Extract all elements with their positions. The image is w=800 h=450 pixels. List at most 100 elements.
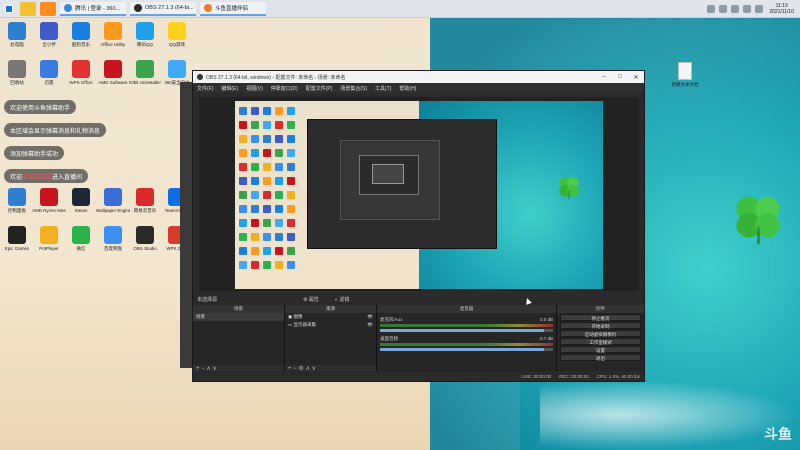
preview-icon xyxy=(275,233,283,241)
preview-icon xyxy=(287,163,295,171)
audio-meter xyxy=(380,343,553,346)
desktop-icon[interactable]: 微信 xyxy=(66,226,96,252)
desktop-icon-label: 网易云音乐 xyxy=(133,208,157,213)
preview-icon xyxy=(251,149,259,157)
obs-menu-item[interactable]: 帮助(H) xyxy=(399,85,416,92)
preview-icon xyxy=(239,233,247,241)
obs-menu-item[interactable]: 停靠窗口(D) xyxy=(271,85,298,92)
desktop-icon[interactable]: IObit Uninstaller xyxy=(129,60,161,85)
desktop-icon[interactable]: 腾讯QQ xyxy=(130,22,160,48)
desktop-icon[interactable]: 迅雷 xyxy=(34,60,64,86)
source-item[interactable]: ▭ 显示器采集 👁 xyxy=(285,321,376,329)
visibility-icon[interactable]: 👁 xyxy=(367,321,373,329)
desktop-icon[interactable]: PotPlayer xyxy=(34,226,64,251)
app-taskbar-icon[interactable] xyxy=(40,1,56,16)
mixer-dock: 混音器 麦克风/Aux 0.0 dB 桌面音频 -3.7 dB xyxy=(377,305,557,373)
visibility-icon[interactable]: 👁 xyxy=(367,313,373,321)
desktop-icon[interactable]: 此电脑 xyxy=(2,22,32,48)
obs-menu-item[interactable]: 工具(T) xyxy=(375,85,391,92)
preview-icon xyxy=(251,177,259,185)
preview-icon xyxy=(239,121,247,129)
desktop-icon[interactable]: AMD Software xyxy=(98,60,128,85)
desktop-icon[interactable]: Epic Games xyxy=(2,226,32,251)
taskbar-tab-browser[interactable]: 腾讯 | 登录 - 360... xyxy=(60,1,126,16)
input-method-icon[interactable] xyxy=(755,4,764,13)
desktop-icon[interactable]: 控制面板 xyxy=(2,188,32,214)
desktop-icon[interactable]: 全小伴 xyxy=(34,22,64,48)
obs-logo-icon xyxy=(197,74,203,80)
desktop-icon[interactable]: Steam xyxy=(66,188,96,213)
obs-menu-item[interactable]: 编辑(E) xyxy=(221,85,238,92)
obs-menu-item[interactable]: 场景集合(S) xyxy=(340,85,367,92)
desktop-icon[interactable]: 百度网盘 xyxy=(98,226,128,252)
preview-icon xyxy=(251,135,259,143)
desktop-icon[interactable]: 回收站 xyxy=(2,60,32,86)
no-source-label: 未选择源 xyxy=(197,296,218,303)
obs-menu-item[interactable]: 文件(F) xyxy=(197,85,213,92)
volume-slider[interactable] xyxy=(380,348,553,351)
desktop-icon[interactable]: WPS Office xyxy=(66,60,96,85)
mixer-channel: 桌面音频 -3.7 dB xyxy=(380,336,553,351)
scene-item[interactable]: 场景 xyxy=(193,313,284,321)
windows-icon xyxy=(5,4,13,13)
file-explorer-icon[interactable] xyxy=(20,1,36,16)
desktop-file-text[interactable]: 新建文本文档 xyxy=(668,62,702,88)
filters-button[interactable]: ◐ 滤镜 xyxy=(335,296,357,303)
system-tray: 11:19 2021/11/10 xyxy=(705,3,800,15)
douyu-icon xyxy=(204,3,212,12)
source-item-label: 图像 xyxy=(293,314,303,319)
volume-slider-fill xyxy=(380,329,545,332)
tray-icon[interactable] xyxy=(707,4,716,13)
app-icon xyxy=(136,226,154,244)
desktop-icon[interactable]: QQ游戏 xyxy=(162,22,192,48)
network-icon[interactable] xyxy=(731,4,740,13)
control-button[interactable]: 设置 xyxy=(560,346,641,353)
start-button[interactable] xyxy=(0,0,18,18)
preview-icon xyxy=(239,107,247,115)
properties-button[interactable]: ⚙ 属性 xyxy=(303,296,327,303)
preview-icon xyxy=(239,205,247,213)
desktop-icon-label: Steam xyxy=(74,208,88,213)
maximize-icon[interactable]: □ xyxy=(612,74,628,81)
chat-username: 某某某某某 xyxy=(22,174,53,181)
volume-icon[interactable] xyxy=(743,4,752,13)
control-button[interactable]: 开始录制 xyxy=(560,322,641,329)
control-button[interactable]: 工作室模式 xyxy=(560,338,641,345)
minimize-icon[interactable]: – xyxy=(596,74,612,81)
volume-slider[interactable] xyxy=(380,329,553,332)
source-item[interactable]: ▣ 图像 👁 xyxy=(285,313,376,321)
desktop-icon[interactable]: Wallpaper Engine xyxy=(96,188,130,213)
preview-icon xyxy=(287,247,295,255)
control-button[interactable]: 停止推流 xyxy=(560,314,641,321)
preview-icon xyxy=(287,149,295,157)
desktop-icon[interactable]: 酷狗音乐 xyxy=(66,22,96,48)
sources-dock: 来源 ▣ 图像 👁 ▭ 显示器采集 👁 + − ⚙ ∧ ∨ xyxy=(285,305,377,373)
tray-icon[interactable] xyxy=(719,4,728,13)
desktop-icon[interactable]: Office Utility xyxy=(98,22,128,47)
douyu-watermark: 斗鱼 xyxy=(764,426,792,442)
desktop-icon[interactable]: AMD Ryzen Master xyxy=(32,188,66,213)
preview-icon xyxy=(287,135,295,143)
close-icon[interactable]: ✕ xyxy=(628,74,644,81)
preview-icon xyxy=(251,219,259,227)
audio-meter xyxy=(380,324,553,327)
desktop-icon[interactable]: OBS Studio xyxy=(130,226,160,251)
browser-icon xyxy=(64,3,72,12)
app-icon xyxy=(104,22,122,40)
obs-title: OBS 27.1.3 (64-bit, windows) - 配置文件: 未命名… xyxy=(206,74,346,81)
properties-label: 属性 xyxy=(308,296,319,303)
obs-menu-item[interactable]: 配置文件(P) xyxy=(306,85,333,92)
clock[interactable]: 11:19 2021/11/10 xyxy=(769,3,794,15)
preview-icon xyxy=(275,121,283,129)
obs-menu-item[interactable]: 视图(V) xyxy=(246,85,263,92)
obs-title-bar[interactable]: OBS 27.1.3 (64-bit, windows) - 配置文件: 未命名… xyxy=(193,71,644,83)
obs-status-bar: LIVE: 00:00:00 REC: 00:00:00 CPU: 1.3%, … xyxy=(193,371,644,381)
taskbar-tab-obs[interactable]: OBS 27.1.3 (64-bi... xyxy=(130,1,196,16)
control-button[interactable]: 退出 xyxy=(560,354,641,361)
obs-menu-bar: 文件(F) 编辑(E) 视图(V) 停靠窗口(D) 配置文件(P) 场景集合(S) 工具(T… xyxy=(193,83,644,93)
clover-widget-icon[interactable] xyxy=(730,190,786,246)
desktop-icon[interactable]: 网易云音乐 xyxy=(130,188,160,214)
control-button[interactable]: 启动虚拟摄像机 xyxy=(560,330,641,337)
preview-icon xyxy=(275,247,283,255)
taskbar-tab-douyu[interactable]: 斗鱼直播伴侣 xyxy=(200,1,266,16)
